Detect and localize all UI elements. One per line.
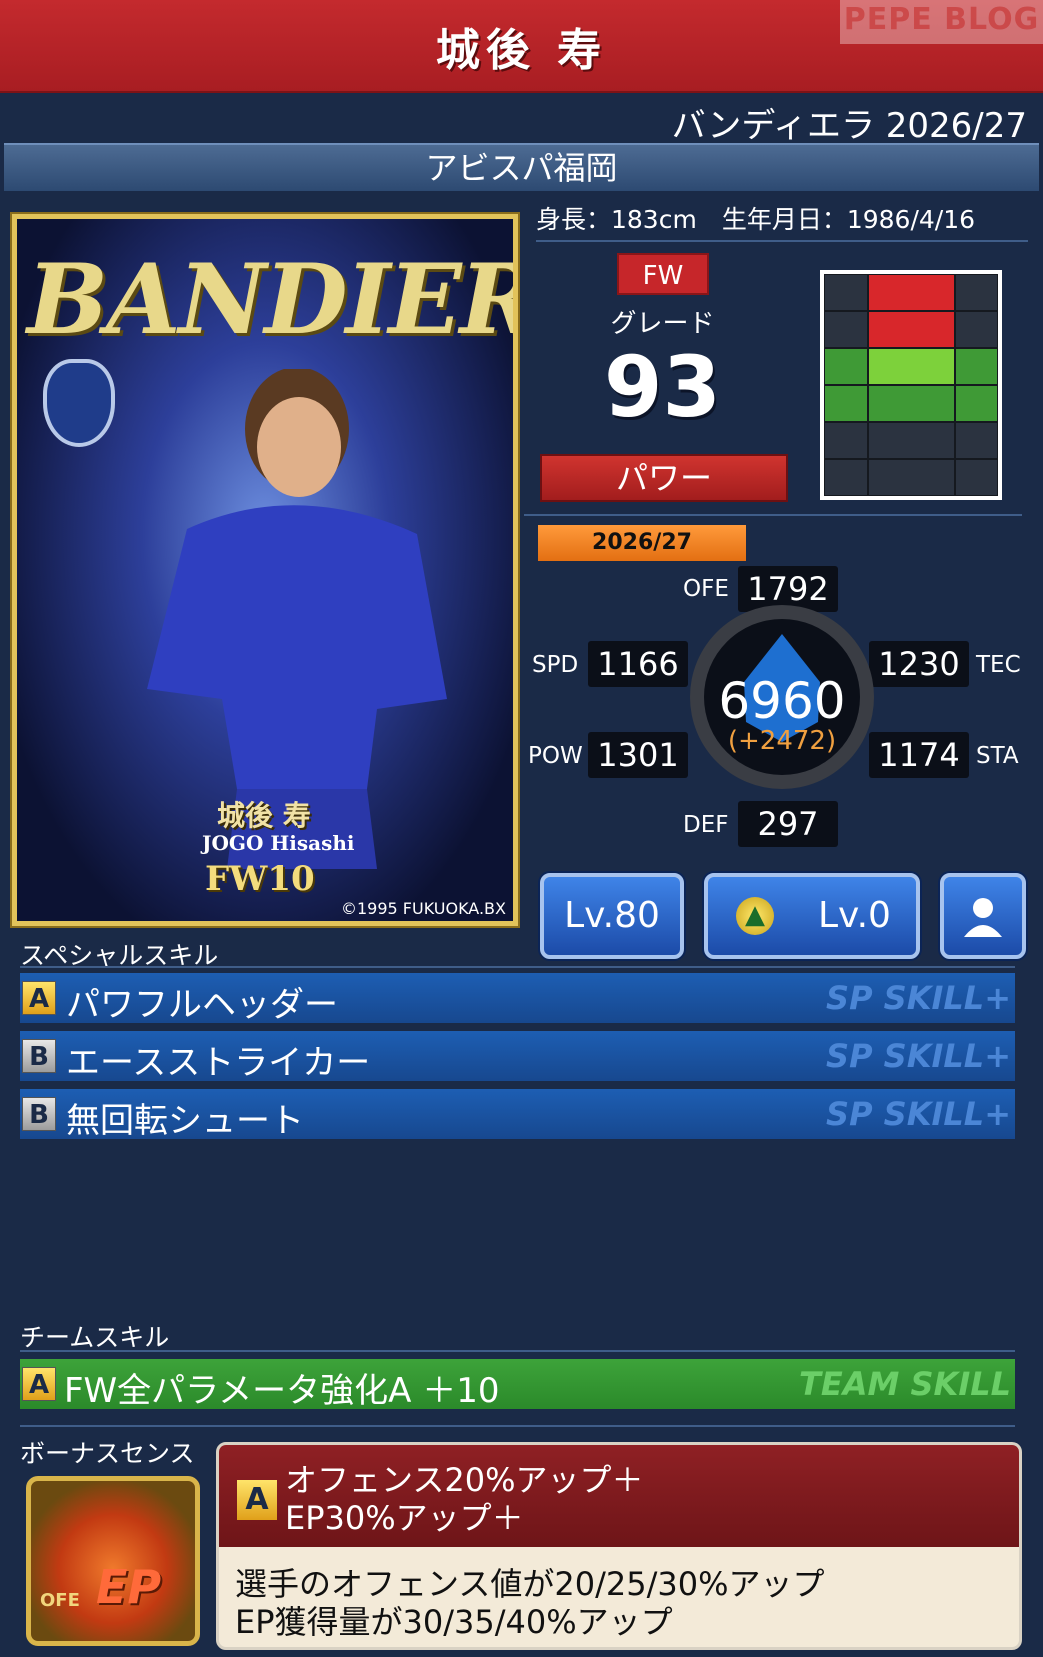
card-player-name-jp: 城後 寿 [217,799,311,832]
divider [20,1425,1015,1427]
skill-name: パワフルヘッダー [66,985,338,1025]
club-name: アビスパ福岡 [4,143,1039,191]
stat-value-def: 297 [738,801,838,847]
position-pitch-map [820,270,1002,500]
skill-name: 無回転シュート [66,1101,304,1141]
stat-value-spd: 1166 [588,641,688,687]
pitch-zone [824,274,868,311]
pitch-zone [824,422,868,459]
divider [20,1350,1015,1352]
pitch-zone [824,348,868,385]
skill-tag: SP SKILL+ [826,1095,1011,1133]
bonus-sense-panel[interactable]: A オフェンス20%アップ＋ EP30%アップ＋ 選手のオフェンス値が20/25… [216,1442,1022,1650]
divider [524,514,1022,516]
skill-rank-badge: A [22,1367,56,1401]
stat-value-tec: 1230 [869,641,969,687]
skill-tag: SP SKILL+ [826,979,1011,1017]
pitch-zone [954,348,998,385]
divider [536,240,1028,242]
stat-label-sta: STA [976,743,1019,769]
pitch-zone [867,385,955,422]
grade-value: 93 [604,338,721,436]
training-level-label: Lv.0 [818,895,891,936]
stat-label-ofe: OFE [683,576,729,602]
pitch-zone [867,274,955,311]
player-type-badge: パワー [540,454,788,502]
stat-label-spd: SPD [532,652,579,678]
bonus-rank-badge: A [237,1480,277,1520]
total-power-value: 6960 [718,672,846,730]
season-badge: 2026/27 [538,525,746,561]
pitch-zone [954,422,998,459]
stat-value-pow: 1301 [588,732,688,778]
bonus-desc-line2: EP獲得量が30/35/40%アップ [235,1603,673,1641]
club-crest-icon [43,359,115,447]
team-skill-tag: TEAM SKILL [799,1365,1011,1403]
card-position-number: FW10 [205,859,315,899]
card-banner: BANDIERA [27,243,513,356]
pitch-zone [867,348,955,385]
skill-rank-badge: B [22,1097,56,1131]
pitch-zone [824,311,868,348]
pitch-zone [824,385,868,422]
stat-value-sta: 1174 [869,732,969,778]
skill-rank-badge: B [22,1039,56,1073]
pitch-zone [954,274,998,311]
up-arrow-icon: ▲ [736,897,774,935]
pitch-zone [867,422,955,459]
stat-label-pow: POW [528,743,583,769]
card-player-name-en: JOGO Hisashi [202,831,355,855]
skill-tag: SP SKILL+ [826,1037,1011,1075]
team-skill-name: FW全パラメータ強化A ＋10 [64,1371,500,1411]
team-skill-title: チームスキル [20,1323,170,1352]
bonus-icon-ofe: OFE [40,1590,80,1611]
pitch-zone [824,459,868,496]
training-level-button[interactable]: ▲ Lv.0 [704,873,920,959]
stat-label-def: DEF [683,812,729,838]
pitch-zone [954,459,998,496]
pitch-zone [867,311,955,348]
skill-row[interactable]: A パワフルヘッダー SP SKILL+ [20,973,1015,1025]
grade-label: グレード [610,309,715,339]
bonus-name-line2: EP30%アップ＋ [285,1499,524,1537]
pitch-zone [867,459,955,496]
total-power-delta: (+2472) [727,726,837,756]
skill-row[interactable]: B 無回転シュート SP SKILL+ [20,1089,1015,1141]
bonus-icon-ep: EP [96,1560,162,1614]
level-button[interactable]: Lv.80 [540,873,684,959]
pitch-zone [954,311,998,348]
skill-row[interactable]: B エースストライカー SP SKILL+ [20,1031,1015,1083]
player-profile-button[interactable] [940,873,1026,959]
stat-label-tec: TEC [976,652,1021,678]
position-badge: FW [617,253,709,295]
player-card[interactable]: BANDIERA 城後 寿 JOGO Hisashi FW10 ©1995 FU… [12,214,518,926]
team-skill-row[interactable]: A FW全パラメータ強化A ＋10 TEAM SKILL [20,1359,1015,1411]
edition-label: バンディエラ 2026/27 [671,106,1027,146]
card-copyright: ©1995 FUKUOKA.BX [341,899,506,918]
person-icon [964,898,1002,937]
skill-name: エースストライカー [66,1043,371,1083]
bonus-sense-title: ボーナスセンス [20,1439,195,1468]
divider [20,966,1015,968]
pitch-zone [954,385,998,422]
profile-info: 身長：183cm 生年月日：1986/4/16 [536,205,976,234]
skill-rank-badge: A [22,981,56,1015]
watermark: PEPE BLOG [840,0,1043,44]
